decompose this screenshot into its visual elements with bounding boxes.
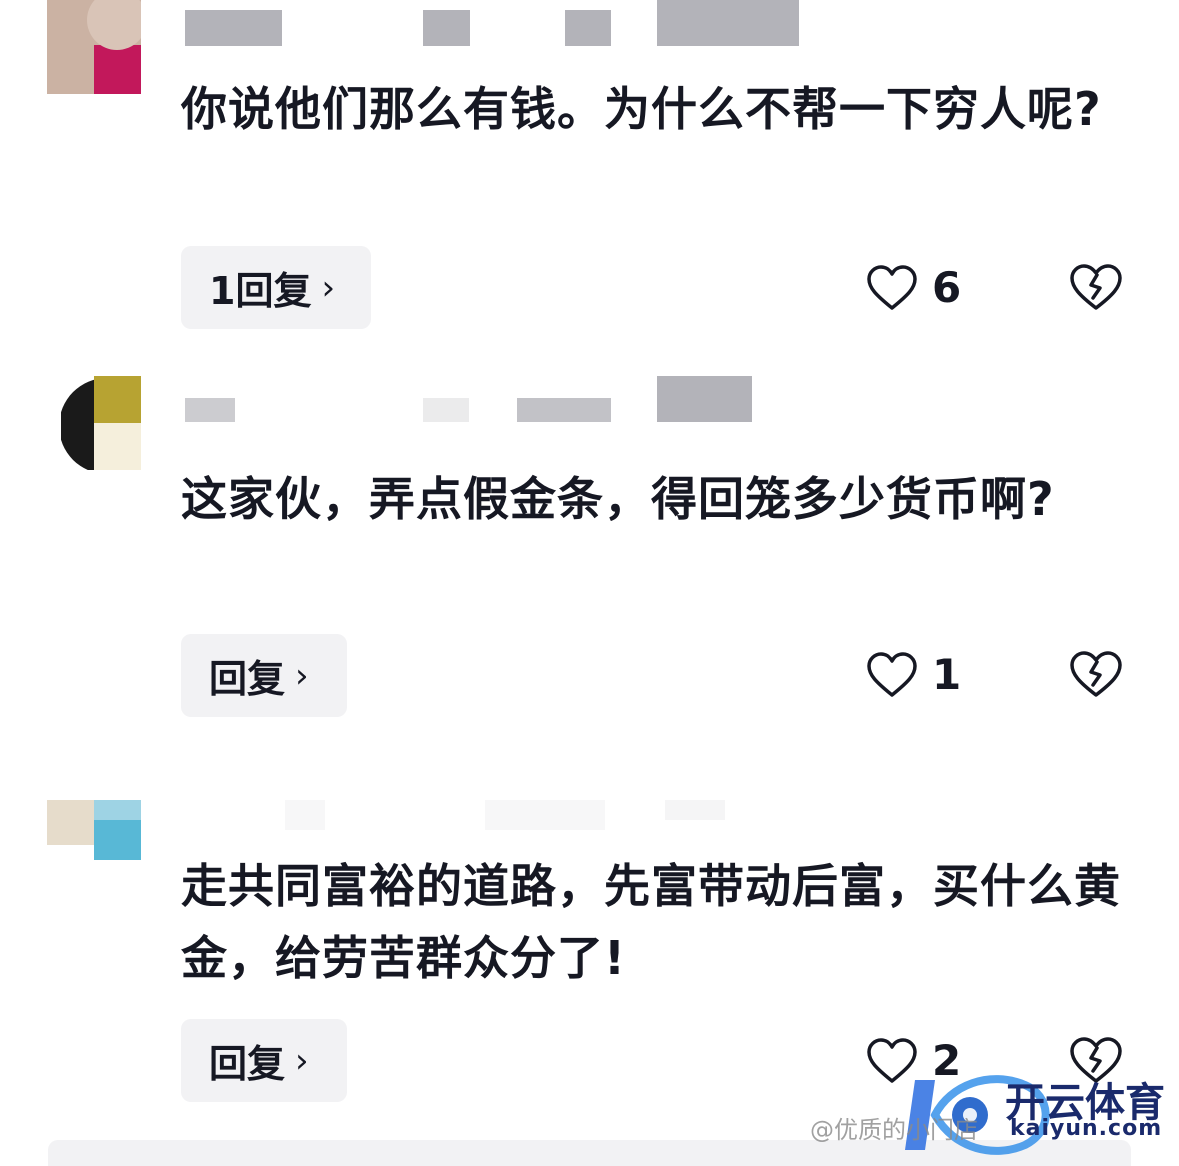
username-blurred[interactable] — [185, 376, 805, 424]
chevron-right-icon: › — [295, 655, 309, 696]
heart-outline-icon — [867, 651, 917, 697]
reply-button[interactable]: 回复 › — [181, 1019, 347, 1102]
broken-heart-icon — [1070, 264, 1122, 310]
like-count: 6 — [932, 263, 962, 312]
reply-label: 1回复 — [209, 269, 312, 313]
username-blurred[interactable] — [185, 800, 805, 848]
dislike-button[interactable] — [1068, 262, 1124, 316]
watermark-credit: @优质的小门店 — [810, 1116, 978, 1144]
reply-label: 回复 — [209, 657, 286, 701]
comment-text: 这家伙，弄点假金条，得回笼多少货币啊? — [181, 472, 1055, 526]
comment-text: 走共同富裕的道路，先富带动后富，买什么黄金，给劳苦群众分了! — [181, 859, 1121, 985]
avatar[interactable] — [47, 0, 141, 94]
reply-button[interactable]: 1回复 › — [181, 246, 371, 329]
like-count: 1 — [932, 650, 962, 699]
reply-button[interactable]: 回复 › — [181, 634, 347, 717]
avatar[interactable] — [47, 800, 141, 860]
like-button[interactable]: 6 — [866, 263, 961, 312]
comment-text: 你说他们那么有钱。为什么不帮一下穷人呢? — [181, 82, 1102, 136]
chevron-right-icon: › — [295, 1040, 309, 1081]
broken-heart-icon — [1070, 651, 1122, 697]
username-blurred[interactable] — [185, 0, 805, 48]
reply-label: 回复 — [209, 1042, 286, 1086]
avatar[interactable] — [47, 376, 141, 470]
watermark-url: kaiyun.com — [1010, 1116, 1163, 1141]
watermark: @优质的小门店 开云体育 kaiyun.com — [810, 1060, 1170, 1160]
dislike-button[interactable] — [1068, 649, 1124, 703]
like-button[interactable]: 1 — [866, 650, 961, 699]
heart-outline-icon — [867, 264, 917, 310]
chevron-right-icon: › — [321, 267, 336, 308]
